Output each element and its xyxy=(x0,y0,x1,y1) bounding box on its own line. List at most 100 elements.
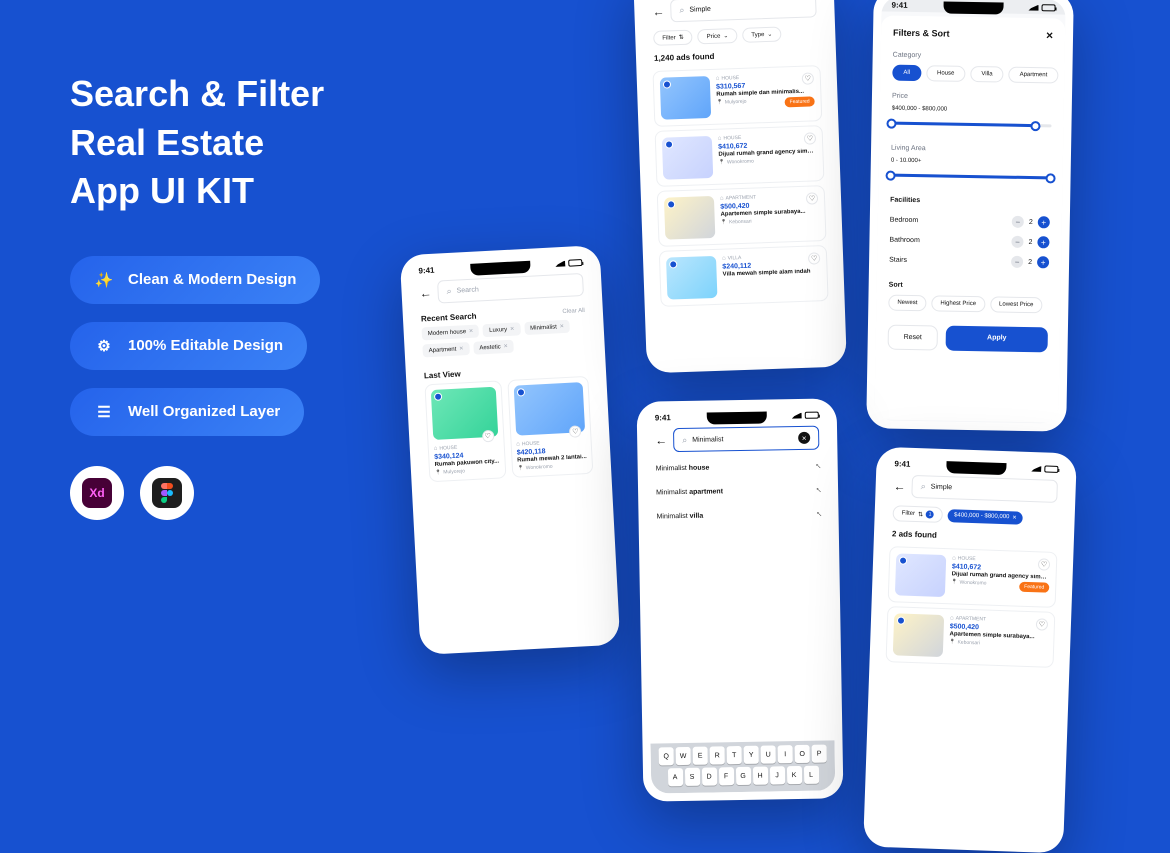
search-input[interactable]: Search xyxy=(437,273,584,304)
plus-button[interactable]: + xyxy=(1037,236,1049,248)
key[interactable]: D xyxy=(701,767,716,785)
category-pill-apartment[interactable]: Apartment xyxy=(1008,67,1058,84)
area-range: 0 - 10.000+ xyxy=(891,158,1051,167)
property-card[interactable]: HOUSE $340,124 Rumah pakuwon city... Mul… xyxy=(424,380,506,482)
plus-button[interactable]: + xyxy=(1037,256,1049,268)
listing-row[interactable]: HOUSE $410,672 Dijual rumah grand agency… xyxy=(655,125,825,187)
property-card[interactable]: HOUSE $420,118 Rumah mewah 2 lantai... W… xyxy=(507,376,594,478)
listing-row[interactable]: HOUSE $310,567 Rumah simple dan minimali… xyxy=(652,65,822,127)
status-time: 9:41 xyxy=(418,266,434,276)
close-icon[interactable]: × xyxy=(504,343,508,350)
phone-results: 9:41 ← Simple Filter⇅ Price⌄ Type⌄ 1,240… xyxy=(633,0,847,373)
key[interactable]: I xyxy=(778,745,793,763)
featured-badge: Featured xyxy=(784,96,814,107)
filter-button[interactable]: Filter⇅1 xyxy=(892,505,943,523)
listing-row[interactable]: APARTMENT $500,420 Apartemen simple sura… xyxy=(886,606,1056,668)
price-slider[interactable] xyxy=(891,122,1051,128)
badge-dot-icon xyxy=(897,616,905,624)
chevron-down-icon: ⌄ xyxy=(723,32,728,39)
close-icon[interactable]: × xyxy=(459,345,463,352)
key[interactable]: Y xyxy=(744,746,759,764)
wand-icon: ✨ xyxy=(94,270,114,290)
facility-row: Bedroom −2+ xyxy=(890,210,1050,233)
back-icon[interactable]: ← xyxy=(893,479,905,493)
reset-button[interactable]: Reset xyxy=(888,325,938,351)
search-icon xyxy=(446,286,452,297)
back-icon[interactable]: ← xyxy=(419,285,432,300)
minus-button[interactable]: − xyxy=(1012,216,1024,228)
type-dropdown[interactable]: Type⌄ xyxy=(742,26,782,42)
chip[interactable]: Modern house× xyxy=(421,324,479,340)
chip[interactable]: Aestetic× xyxy=(473,340,514,355)
close-icon[interactable]: × xyxy=(1046,28,1053,42)
back-icon[interactable]: ← xyxy=(655,433,667,447)
listing-row[interactable]: APARTMENT $500,420 Apartemen simple sura… xyxy=(657,185,827,247)
category-pill-all[interactable]: All xyxy=(892,65,921,81)
filter-button[interactable]: Filter⇅ xyxy=(653,30,693,46)
suggestion-row[interactable]: Minimalist house↑ xyxy=(655,454,819,481)
minus-button[interactable]: − xyxy=(1011,256,1023,268)
sort-option[interactable]: Highest Price xyxy=(931,295,985,312)
area-slider[interactable] xyxy=(891,174,1051,180)
key[interactable]: G xyxy=(735,767,750,785)
key[interactable]: F xyxy=(718,767,733,785)
facilities-label: Facilities xyxy=(890,197,1050,207)
phone-filtered: 9:41 ← Simple Filter⇅1 $400,000 - $800,0… xyxy=(863,447,1077,853)
chip[interactable]: Luxury× xyxy=(483,322,521,337)
key[interactable]: H xyxy=(752,767,767,785)
sort-option[interactable]: Newest xyxy=(888,295,926,312)
clear-icon[interactable]: × xyxy=(798,432,810,444)
plus-button[interactable]: + xyxy=(1038,216,1050,228)
home-icon xyxy=(952,555,956,561)
pin-icon xyxy=(517,465,524,471)
search-input[interactable]: Simple xyxy=(911,475,1058,503)
arrow-icon: ↑ xyxy=(813,485,823,495)
favorite-icon[interactable] xyxy=(482,430,495,443)
chip[interactable]: Minimalist× xyxy=(524,320,570,335)
active-filter-chip[interactable]: $400,000 - $800,000× xyxy=(948,509,1023,525)
home-icon xyxy=(516,441,520,447)
home-icon xyxy=(716,76,720,82)
key[interactable]: J xyxy=(769,766,784,784)
back-icon[interactable]: ← xyxy=(652,4,664,18)
chip[interactable]: Apartment× xyxy=(422,342,469,357)
key[interactable]: K xyxy=(786,766,801,784)
pin-icon xyxy=(721,219,727,225)
figma-logo xyxy=(140,466,194,520)
facility-row: Bathroom −2+ xyxy=(889,230,1049,253)
key[interactable]: T xyxy=(727,746,742,764)
close-icon[interactable]: × xyxy=(469,328,473,335)
key[interactable]: P xyxy=(812,745,827,763)
key[interactable]: O xyxy=(795,745,810,763)
close-icon[interactable]: × xyxy=(560,323,564,330)
suggestion-row[interactable]: Minimalist villa↑ xyxy=(656,502,820,529)
search-input[interactable]: Simple xyxy=(670,0,817,22)
key[interactable]: S xyxy=(684,768,699,786)
key[interactable]: U xyxy=(761,745,776,763)
keyboard[interactable]: Q W E R T Y U I O P A S D F G H J K L xyxy=(650,740,835,793)
badge-dot-icon xyxy=(899,556,907,564)
close-icon[interactable]: × xyxy=(1012,514,1016,521)
clear-all-link[interactable]: Clear All xyxy=(562,307,585,314)
suggestion-row[interactable]: Minimalist apartment↑ xyxy=(656,478,820,505)
category-pill-house[interactable]: House xyxy=(926,65,966,82)
close-icon[interactable]: × xyxy=(510,326,514,333)
category-pill-villa[interactable]: Villa xyxy=(970,66,1004,83)
search-input[interactable]: Minimalist× xyxy=(673,426,819,453)
apply-button[interactable]: Apply xyxy=(946,326,1048,353)
key[interactable]: W xyxy=(676,747,691,765)
key[interactable]: L xyxy=(803,766,818,784)
key[interactable]: E xyxy=(693,747,708,765)
favorite-icon[interactable] xyxy=(569,425,582,438)
pin-icon xyxy=(949,639,955,645)
price-dropdown[interactable]: Price⌄ xyxy=(697,28,737,44)
minus-button[interactable]: − xyxy=(1011,236,1023,248)
pin-icon xyxy=(951,579,957,585)
listing-row[interactable]: HOUSE $410,672 Dijual rumah grand agency… xyxy=(888,546,1058,608)
key[interactable]: Q xyxy=(659,747,674,765)
listing-row[interactable]: VILLA $240,112 Villa mewah simple alam i… xyxy=(659,245,829,307)
key[interactable]: A xyxy=(667,768,682,786)
sort-option[interactable]: Lowest Price xyxy=(990,296,1043,313)
phone-suggest: 9:41 ← Minimalist× Minimalist house↑ Min… xyxy=(637,398,844,801)
key[interactable]: R xyxy=(710,746,725,764)
